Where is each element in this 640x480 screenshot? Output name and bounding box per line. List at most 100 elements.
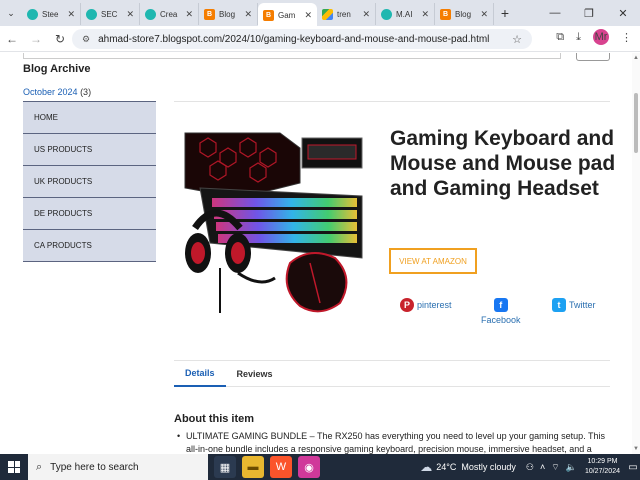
pinterest-label: pinterest [417,300,452,310]
sidebar-item-ca-products[interactable]: CA PRODUCTS [23,229,156,262]
twitter-label: Twitter [569,300,596,310]
browser-tab-active[interactable]: B Gam ✕ [258,3,317,27]
task-view-icon[interactable]: ▦ [214,456,236,478]
url-text: ahmad-store7.blogspot.com/2024/10/gaming… [98,33,490,45]
facebook-label: Facebook [481,315,521,325]
search-field-edge[interactable] [23,53,561,59]
sidebar-item-us-products[interactable]: US PRODUCTS [23,133,156,166]
product-title: Gaming Keyboard and Mouse and Mouse pad … [390,127,616,200]
divider [174,101,610,102]
browser-tab[interactable]: Stee ✕ [22,3,81,25]
menu-kebab-icon[interactable]: ⋮ [621,31,632,44]
tab-label: SEC [101,9,118,19]
pinned-apps: ▦ ▬ W ◉ [214,456,320,478]
site-favicon-icon [86,8,97,20]
close-icon[interactable]: ✕ [421,9,429,20]
facebook-icon: f [493,298,508,312]
tab-label: Stee [42,9,59,19]
taskbar-search[interactable]: ⌕ Type here to search [28,454,208,480]
sidebar-menu: HOME US PRODUCTS UK PRODUCTS DE PRODUCTS… [23,101,156,262]
back-arrow-icon[interactable]: ← [0,32,24,46]
share-facebook-link[interactable]: f Facebook [481,298,521,325]
windows-logo-icon [8,461,20,473]
twitter-icon: t [552,298,566,312]
download-icon[interactable]: ⤓ [576,31,581,44]
restore-icon[interactable]: ❐ [572,7,606,20]
weather-temp: 24°C [436,462,457,472]
address-bar-row: ← → ↻ ⚙ ahmad-store7.blogspot.com/2024/1… [0,26,640,52]
clock-date: 10/27/2024 [584,468,620,475]
chrome-app-icon[interactable]: ◉ [298,456,320,478]
scroll-up-icon[interactable]: ▲ [633,55,639,61]
tab-label: Crea [160,9,178,19]
view-at-amazon-button[interactable]: VIEW AT AMAZON [389,248,477,274]
about-item-bullet: ULTIMATE GAMING BUNDLE – The RX250 has e… [177,430,610,454]
extensions-icon[interactable]: ⧉ [556,31,564,44]
browser-tab[interactable]: tren ✕ [317,3,376,25]
tab-search-chevron-icon[interactable]: ⌄ [0,0,22,26]
close-window-icon[interactable]: ✕ [606,7,640,20]
file-explorer-icon[interactable]: ▬ [242,456,264,478]
search-icon: ⌕ [36,460,43,473]
tab-label: Blog [455,9,472,19]
product-image[interactable] [180,128,368,318]
new-tab-button[interactable]: + [494,5,516,21]
share-pinterest-link[interactable]: P pinterest [400,298,452,312]
bookmark-star-icon[interactable]: ☆ [512,33,522,46]
archive-month-link[interactable]: October 2024 (3) [23,87,91,97]
clock-time: 10:29 PM [587,458,618,465]
window-controls: — ❐ ✕ [538,7,640,20]
browser-tab[interactable]: M.AI ✕ [376,3,435,25]
close-icon[interactable]: ✕ [362,9,370,20]
blog-archive-title: Blog Archive [23,63,91,75]
brave-browser-icon[interactable]: W [270,456,292,478]
close-icon[interactable]: ✕ [126,9,134,20]
close-icon[interactable]: ✕ [244,9,252,20]
notification-icon[interactable]: ▭ [626,462,640,473]
share-twitter-link[interactable]: t Twitter [552,298,596,312]
browser-tab-strip: ⌄ Stee ✕ SEC ✕ Crea ✕ B Blog ✕ B Gam ✕ t… [0,0,640,27]
network-icon[interactable]: ⌔ [551,462,559,473]
taskbar-search-placeholder: Type here to search [50,461,139,473]
close-icon[interactable]: ✕ [67,9,75,20]
scroll-down-icon[interactable]: ▼ [633,446,639,452]
browser-tab[interactable]: SEC ✕ [81,3,140,25]
blogger-favicon-icon: B [204,8,215,20]
weather-widget[interactable]: ☁ 24°C Mostly cloudy [420,460,516,474]
sidebar-item-home[interactable]: HOME [23,101,156,134]
people-icon[interactable]: ⚇ [526,462,534,473]
profile-avatar[interactable]: Mr [593,29,609,45]
volume-icon[interactable]: 🔈 [566,462,577,473]
start-button[interactable] [0,454,28,480]
archive-month[interactable]: October 2024 [23,87,78,97]
tab-label: Blog [219,9,236,19]
browser-tab[interactable]: B Blog ✕ [435,3,494,25]
forward-arrow-icon[interactable]: → [24,32,48,46]
blogger-favicon-icon: B [440,8,451,20]
browser-tab[interactable]: B Blog ✕ [199,3,258,25]
page-scrollbar[interactable]: ▲ ▼ [632,53,640,454]
tab-label: Gam [278,10,296,20]
search-button-edge[interactable] [576,53,610,61]
tab-label: tren [337,9,351,19]
sidebar-item-de-products[interactable]: DE PRODUCTS [23,197,156,230]
reload-icon[interactable]: ↻ [48,32,72,46]
minimize-icon[interactable]: — [538,7,572,20]
chevron-up-icon[interactable]: ˄ [540,462,545,473]
web-page: Blog Archive October 2024 (3) HOME US PR… [0,53,640,454]
tab-details[interactable]: Details [174,361,226,387]
site-info-icon[interactable]: ⚙ [82,34,90,45]
system-tray: ☁ 24°C Mostly cloudy ⚇ ˄ ⌔ 🔈 10:29 PM 10… [420,454,640,480]
browser-tab[interactable]: Crea ✕ [140,3,199,25]
archive-count: (3) [80,87,92,97]
scrollbar-thumb[interactable] [634,93,638,153]
pinterest-icon: P [400,298,414,312]
sidebar-item-uk-products[interactable]: UK PRODUCTS [23,165,156,198]
close-icon[interactable]: ✕ [480,9,488,20]
url-field[interactable]: ⚙ ahmad-store7.blogspot.com/2024/10/gami… [72,29,532,49]
clock[interactable]: 10:29 PM 10/27/2024 [585,457,620,477]
close-icon[interactable]: ✕ [185,9,193,20]
tab-reviews[interactable]: Reviews [226,361,284,387]
close-icon[interactable]: ✕ [304,10,312,21]
site-favicon-icon [145,8,156,20]
